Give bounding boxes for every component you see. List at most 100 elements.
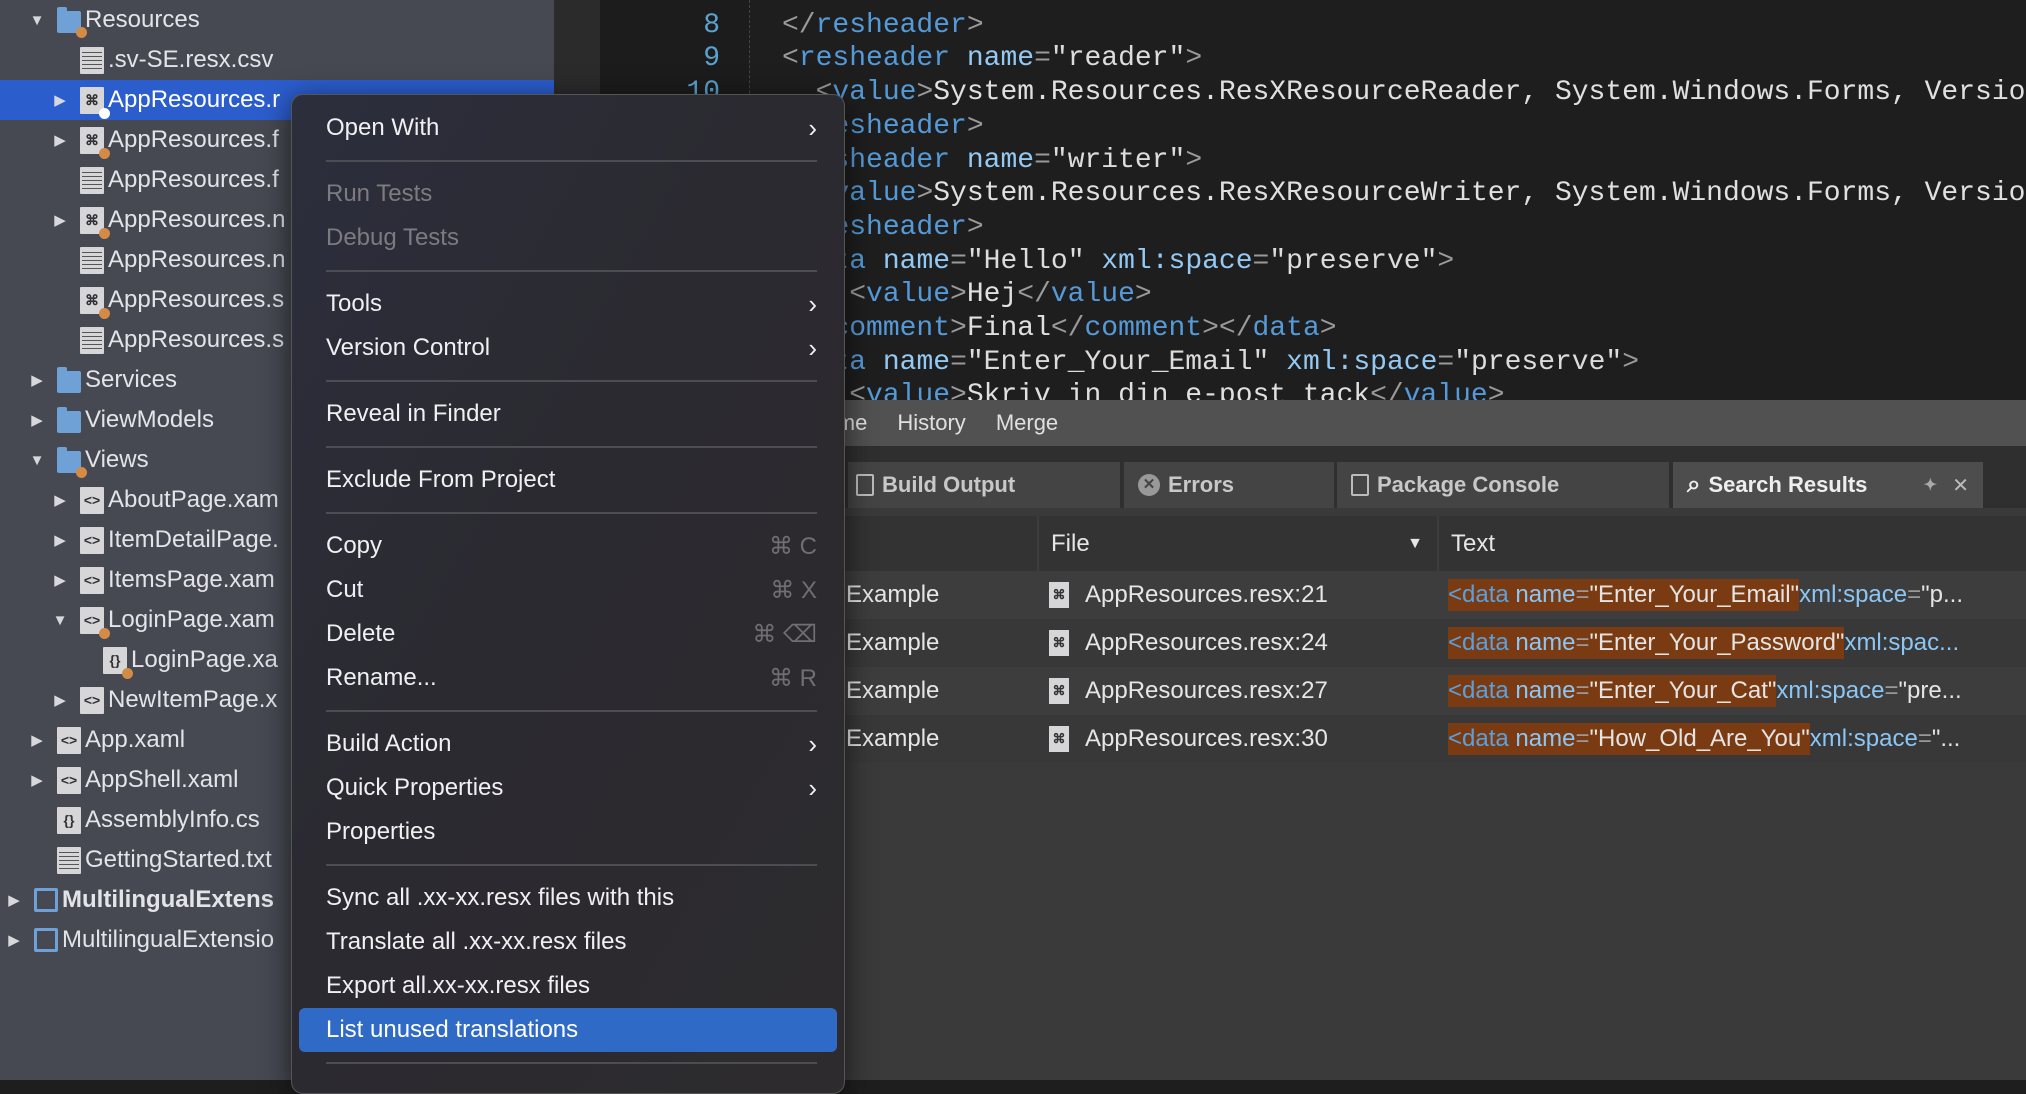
column-file[interactable]: File ▼ — [1037, 516, 1437, 571]
xaml-icon: <> — [57, 766, 81, 794]
text-icon — [80, 246, 104, 274]
code-line[interactable]: <value>Hej</value> — [782, 278, 2025, 312]
pin-icon[interactable]: ✦ — [1924, 475, 1937, 495]
menu-item-version-control[interactable]: Version Control › — [299, 326, 837, 370]
result-token: xml:spac... — [1844, 629, 1960, 656]
result-project: Example — [846, 629, 940, 656]
xaml-icon: <> — [80, 606, 110, 639]
chevron-right-icon[interactable]: ▶ — [23, 411, 51, 429]
tree-item-label: LoginPage.xam — [108, 606, 275, 633]
result-file-label: AppResources.resx:21 — [1085, 581, 1328, 608]
code-line[interactable]: <value>System.Resources.ResXResourceRead… — [782, 76, 2026, 110]
code-line[interactable]: <data name="Enter_Your_Email" xml:space=… — [782, 346, 2025, 380]
result-file[interactable]: ⌘ AppResources.resx:30 — [1049, 715, 1437, 763]
menu-item-list-unused-translations[interactable]: List unused translations — [299, 1008, 837, 1052]
menu-item-exclude-from-project[interactable]: Exclude From Project — [299, 458, 837, 502]
code-token: "reader" — [1050, 43, 1186, 75]
project-icon — [34, 888, 58, 912]
folder-icon — [57, 407, 81, 433]
chevron-right-icon[interactable]: ▶ — [23, 371, 51, 389]
tab-package-console[interactable]: Package Console — [1337, 462, 1669, 508]
code-token: value — [832, 77, 917, 109]
result-token: xml:space — [1809, 725, 1918, 752]
chevron-right-icon[interactable]: ▶ — [46, 491, 74, 509]
code-line[interactable]: </resheader> — [782, 110, 2025, 144]
tab-build-output[interactable]: Build Output — [848, 462, 1120, 508]
code-line[interactable]: <resheader name="writer"> — [782, 144, 2025, 178]
code-lines[interactable]: <value>2.0</value></resheader><resheader… — [782, 0, 2025, 400]
code-line[interactable]: <value>Skriv in din e-post tack</value> — [782, 379, 2025, 400]
tab-merge[interactable]: Merge — [996, 410, 1058, 436]
chevron-right-icon: › — [808, 288, 817, 319]
chevron-down-icon[interactable]: ▼ — [23, 12, 51, 29]
menu-item-reveal-in-finder[interactable]: Reveal in Finder — [299, 392, 837, 436]
menu-item-build-action[interactable]: Build Action › — [299, 722, 837, 766]
text-icon — [80, 46, 104, 74]
code-line[interactable]: </resheader> — [782, 9, 2025, 43]
menu-item-sync-all-xx-xx-resx-files-with-this[interactable]: Sync all .xx-xx.resx files with this — [299, 876, 837, 920]
code-token: "Hello" — [966, 245, 1085, 277]
status-badge-icon — [99, 307, 110, 319]
tree-item-label: AboutPage.xam — [108, 486, 279, 513]
status-badge-icon — [99, 107, 110, 119]
menu-item-translate-all-xx-xx-resx-files[interactable]: Translate all .xx-xx.resx files — [299, 920, 837, 964]
chevron-right-icon[interactable]: ▶ — [46, 91, 74, 109]
menu-item-rename[interactable]: Rename... ⌘ R — [299, 656, 837, 700]
tree-item[interactable]: ▼ Resources — [0, 0, 554, 40]
xaml-icon: <> — [80, 486, 104, 514]
chevron-down-icon[interactable]: ▼ — [46, 612, 74, 629]
sort-down-icon[interactable]: ▼ — [1407, 535, 1423, 553]
chevron-right-icon[interactable]: ▶ — [0, 891, 28, 909]
code-line[interactable]: <resheader name="reader"> — [782, 42, 2025, 76]
tab-errors[interactable]: ✕ Errors — [1124, 462, 1334, 508]
code-token: value — [1403, 380, 1488, 400]
menu-item-tools[interactable]: Tools › — [299, 282, 837, 326]
menu-item-cut[interactable]: Cut ⌘ X — [299, 568, 837, 612]
code-token: ></ — [1202, 313, 1253, 345]
column-text[interactable]: Text — [1437, 516, 2026, 571]
chevron-right-icon[interactable]: ▶ — [23, 731, 51, 749]
code-line[interactable]: </resheader> — [782, 211, 2025, 245]
menu-item-export-all-xx-xx-resx-files[interactable]: Export all.xx-xx.resx files — [299, 964, 837, 1008]
code-token: < — [782, 0, 866, 7]
line-number: 7 — [620, 0, 720, 9]
result-file[interactable]: ⌘ AppResources.resx:24 — [1049, 619, 1437, 667]
close-icon[interactable]: ✕ — [1952, 473, 1969, 498]
tree-item-label: LoginPage.xa — [131, 646, 278, 673]
menu-item-label: Delete — [326, 620, 396, 647]
tree-item-label: AppResources.n — [108, 206, 286, 233]
menu-item-copy[interactable]: Copy ⌘ C — [299, 524, 837, 568]
chevron-right-icon[interactable]: ▶ — [46, 691, 74, 709]
code-token: < — [782, 43, 799, 75]
menu-item-open-with[interactable]: Open With › — [299, 106, 837, 150]
tree-item-label: GettingStarted.txt — [85, 846, 272, 873]
menu-item-quick-properties[interactable]: Quick Properties › — [299, 766, 837, 810]
chevron-right-icon[interactable]: ▶ — [46, 131, 74, 149]
chevron-right-icon[interactable]: ▶ — [23, 771, 51, 789]
menu-item-label: Build Action — [326, 730, 452, 757]
tree-item-label: MultilingualExtensio — [62, 926, 275, 953]
column-file-label: File — [1051, 529, 1090, 557]
resx-file-icon: ⌘ — [1049, 726, 1069, 752]
tab-history[interactable]: History — [897, 410, 965, 436]
chevron-right-icon[interactable]: ▶ — [0, 931, 28, 949]
errors-icon: ✕ — [1138, 474, 1160, 496]
tree-item-label: AppResources.r — [108, 86, 281, 113]
tree-item[interactable]: .sv-SE.resx.csv — [0, 40, 554, 80]
result-file[interactable]: ⌘ AppResources.resx:21 — [1049, 571, 1437, 619]
result-file[interactable]: ⌘ AppResources.resx:27 — [1049, 667, 1437, 715]
menu-item-run-tests: Run Tests — [299, 172, 837, 216]
code-line[interactable]: <comment>Final</comment></data> — [782, 312, 2025, 346]
chevron-right-icon[interactable]: ▶ — [46, 211, 74, 229]
menu-item-properties[interactable]: Properties — [299, 810, 837, 854]
tab-search-results[interactable]: ⌕ Search Results ✦ ✕ — [1673, 462, 1983, 508]
chevron-right-icon[interactable]: ▶ — [46, 571, 74, 589]
code-line[interactable]: <value>System.Resources.ResXResourceWrit… — [782, 177, 2026, 211]
menu-item-delete[interactable]: Delete ⌘ ⌫ — [299, 612, 837, 656]
chevron-right-icon[interactable]: ▶ — [46, 531, 74, 549]
chevron-down-icon[interactable]: ▼ — [23, 452, 51, 469]
code-line[interactable]: <value>2.0</value> — [782, 0, 2025, 9]
code-line[interactable]: <data name="Hello" xml:space="preserve"> — [782, 245, 2025, 279]
menu-item-label: Run Tests — [326, 180, 433, 207]
